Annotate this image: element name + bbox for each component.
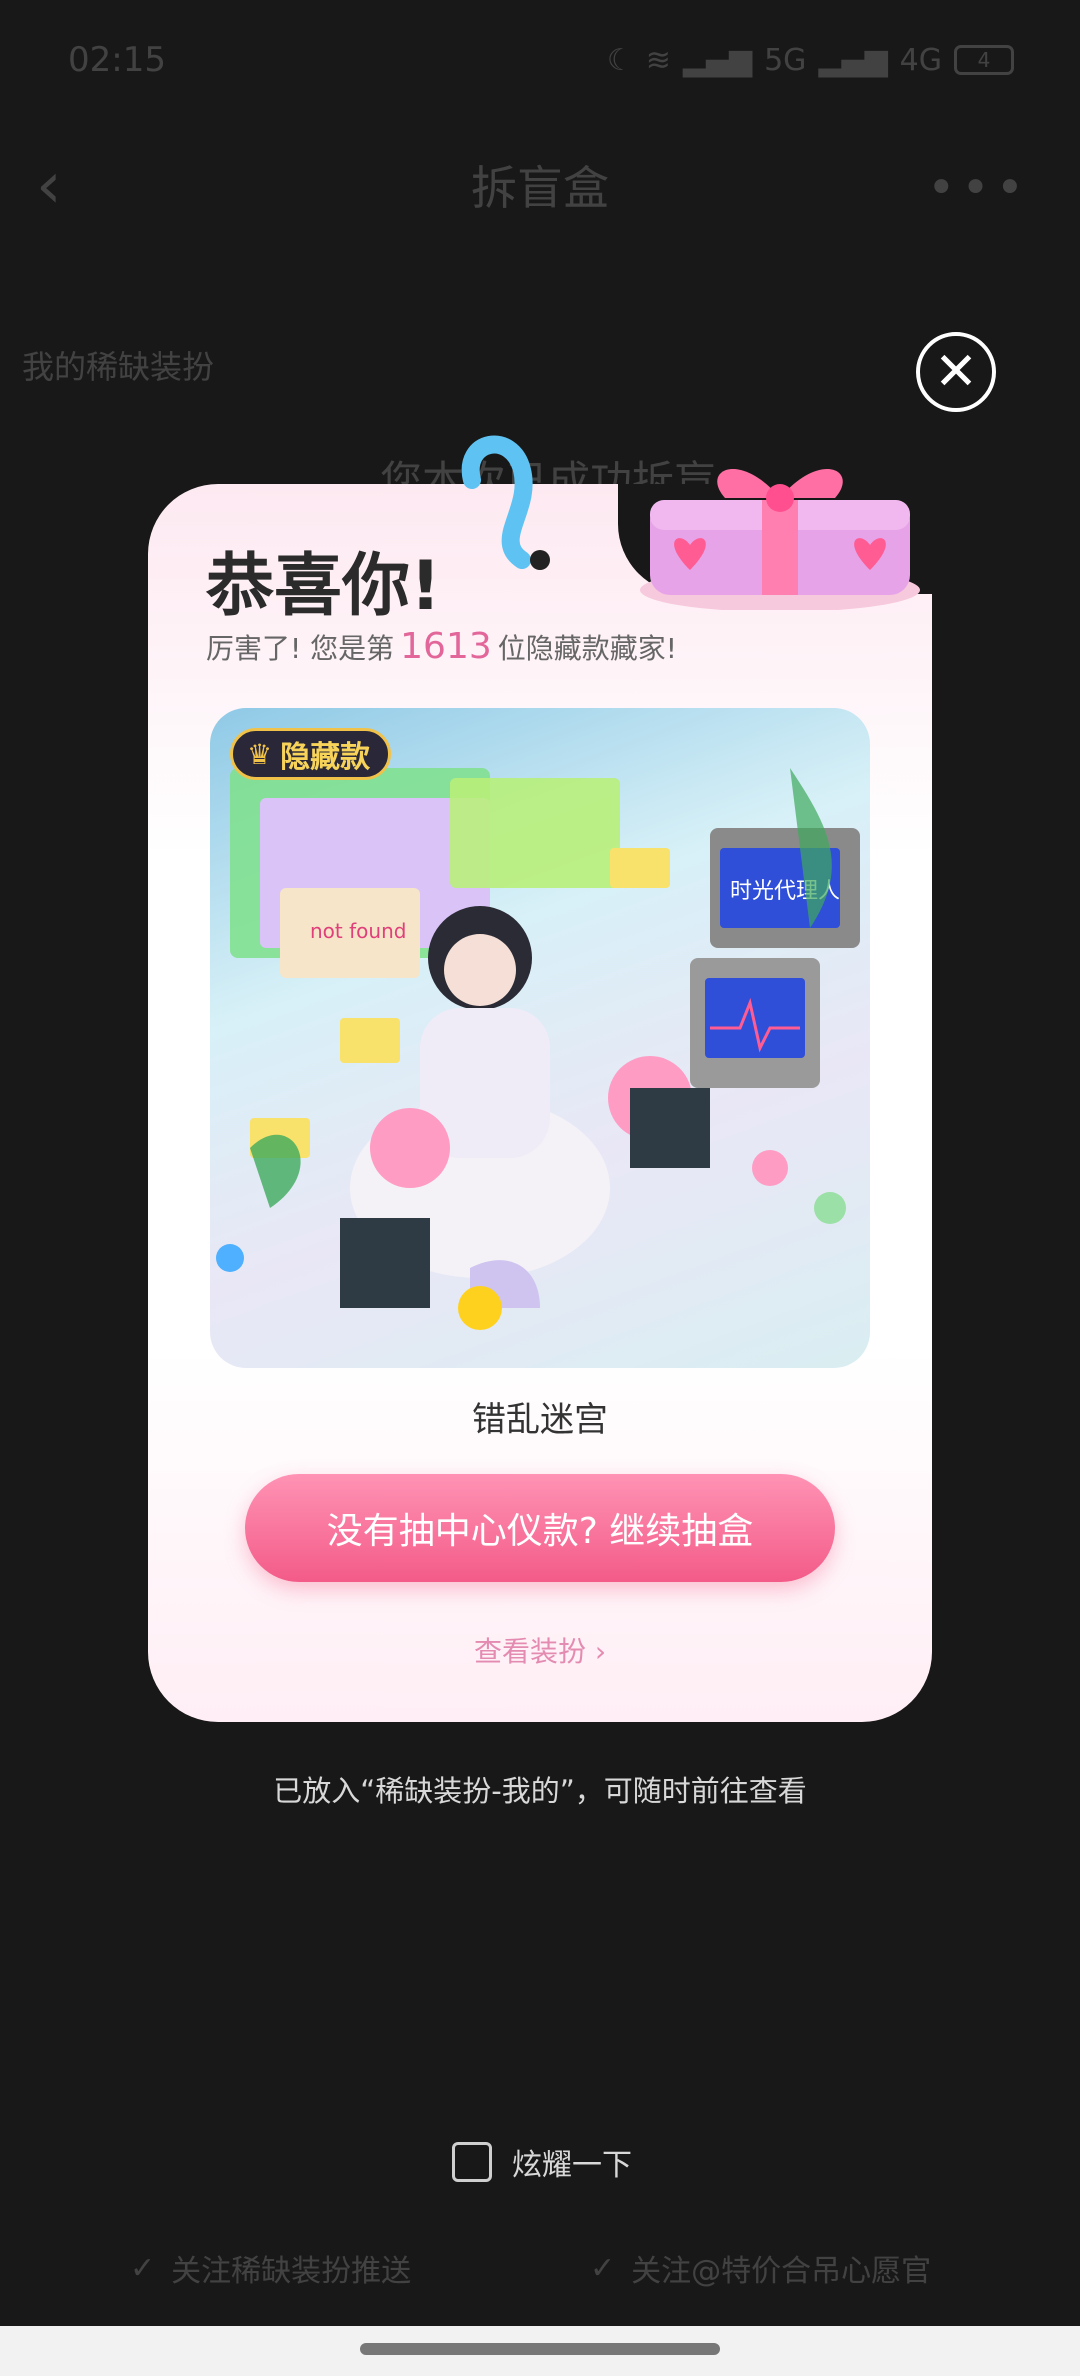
continue-draw-label: 没有抽中心仪款? 继续抽盒: [326, 1511, 754, 1552]
nav-title: 拆盲盒: [471, 161, 609, 215]
close-button[interactable]: ✕: [916, 332, 996, 412]
gift-box-icon: [640, 469, 920, 610]
modal-title: 恭喜你!: [206, 547, 442, 626]
bg-follow-1: ✓ 关注稀缺装扮推送: [130, 2246, 411, 2290]
check-icon: ✓: [590, 2250, 616, 2286]
chevron-right-icon: ›: [594, 1635, 607, 1668]
show-off-checkbox[interactable]: [452, 2142, 492, 2182]
status-icons: ☾ ≋ ▂▄▆ 5G ▂▄▆ 4G 4: [607, 43, 1014, 78]
item-name: 错乱迷宫: [472, 1400, 608, 1440]
check-icon: ✓: [130, 2250, 156, 2286]
home-indicator[interactable]: [360, 2343, 720, 2355]
more-icon[interactable]: •••: [927, 160, 1030, 216]
battery-icon: 4: [954, 45, 1014, 75]
artwork-popup-text: not found: [310, 919, 406, 943]
status-time: 02:15: [68, 40, 166, 80]
signal-icon: ▂▄▆: [682, 42, 753, 78]
view-outfit-link[interactable]: 查看装扮 ›: [0, 1630, 1080, 1670]
back-icon[interactable]: ‹: [36, 154, 96, 218]
bg-section-title: 我的稀缺装扮: [22, 348, 215, 386]
wifi-icon: ≋: [645, 42, 671, 78]
bg-follow-1-label: 关注稀缺装扮推送: [171, 2254, 412, 2289]
status-bar: 02:15 ☾ ≋ ▂▄▆ 5G ▂▄▆ 4G 4: [0, 0, 1080, 120]
show-off-toggle[interactable]: 炫耀一下: [452, 2140, 632, 2184]
subtitle-prefix: 厉害了! 您是第: [206, 632, 395, 665]
crown-icon: ♛: [247, 737, 273, 771]
info-text: 已放入“稀缺装扮-我的”，可随时前往查看: [273, 1774, 807, 1808]
show-off-label: 炫耀一下: [512, 2148, 632, 2183]
item-artwork: not found 时光代理人 ♛ 隐藏款: [210, 708, 870, 1368]
close-icon: ✕: [934, 342, 978, 402]
bg-follow-2: ✓ 关注@特价合吊心愿官: [590, 2246, 931, 2290]
ribbon-icon: [461, 435, 550, 570]
artwork-illustration: not found 时光代理人: [216, 768, 860, 1330]
moon-icon: ☾: [606, 42, 634, 78]
hidden-edition-badge: ♛ 隐藏款: [230, 728, 392, 780]
nav-bar: ‹ 拆盲盒 •••: [0, 130, 1080, 240]
continue-draw-button[interactable]: 没有抽中心仪款? 继续抽盒: [245, 1474, 835, 1582]
view-outfit-label: 查看装扮: [473, 1635, 586, 1668]
modal-subtitle: 厉害了! 您是第 1613 位隐藏款藏家!: [206, 626, 677, 667]
collector-rank: 1613: [400, 626, 492, 667]
bg-follow-2-label: 关注@特价合吊心愿官: [631, 2254, 932, 2289]
badge-label: 隐藏款: [280, 740, 371, 775]
subtitle-suffix: 位隐藏款藏家!: [497, 632, 677, 665]
network-5g: 5G: [764, 42, 807, 78]
signal-icon-2: ▂▄▆: [818, 42, 888, 78]
network-4g: 4G: [899, 42, 942, 78]
